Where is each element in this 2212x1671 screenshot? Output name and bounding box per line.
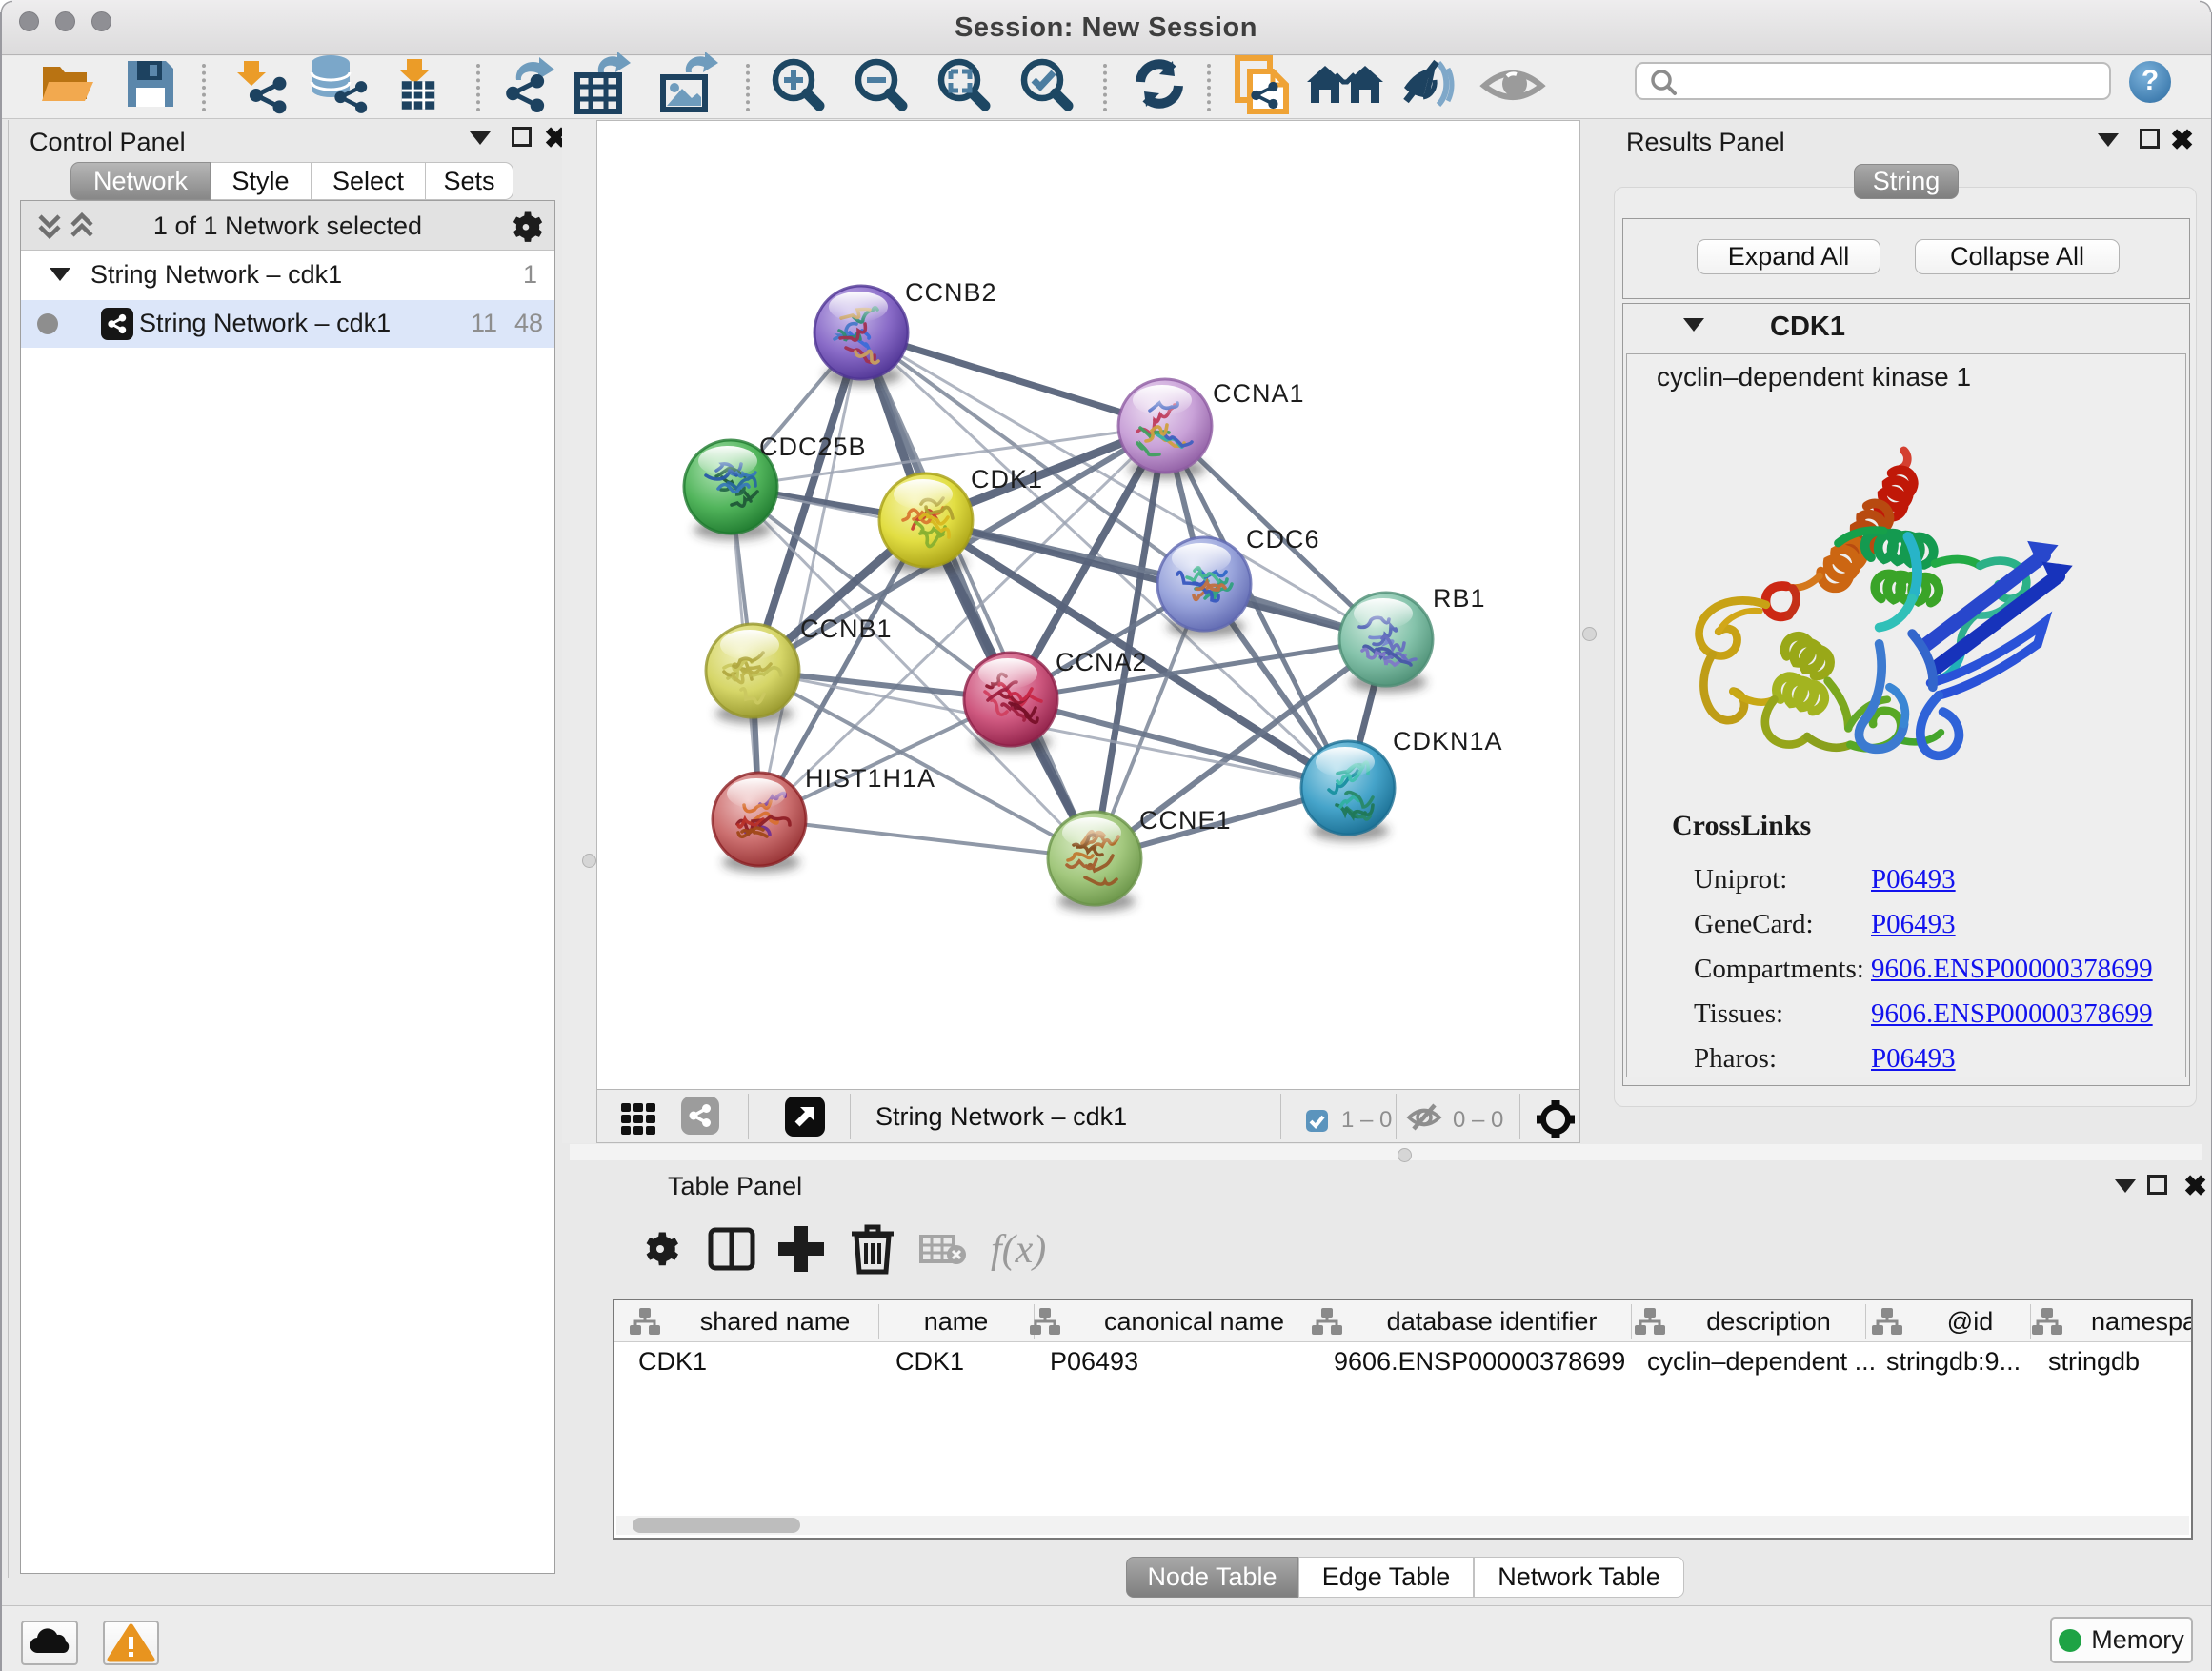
svg-text:f(x): f(x) [991, 1228, 1046, 1272]
svg-text:CCNA1: CCNA1 [1213, 379, 1305, 408]
svg-text:CDC25B: CDC25B [759, 433, 867, 461]
svg-text:CDKN1A: CDKN1A [1393, 727, 1503, 755]
svg-text:CCNB1: CCNB1 [800, 614, 893, 643]
svg-text:CDK1: CDK1 [971, 465, 1043, 493]
svg-text:CCNB2: CCNB2 [905, 278, 997, 307]
svg-text:HIST1H1A: HIST1H1A [805, 764, 935, 793]
svg-text:CCNE1: CCNE1 [1139, 806, 1232, 835]
svg-text:CCNA2: CCNA2 [1056, 648, 1148, 676]
svg-text:CDC6: CDC6 [1246, 525, 1320, 554]
svg-text:RB1: RB1 [1433, 584, 1486, 613]
